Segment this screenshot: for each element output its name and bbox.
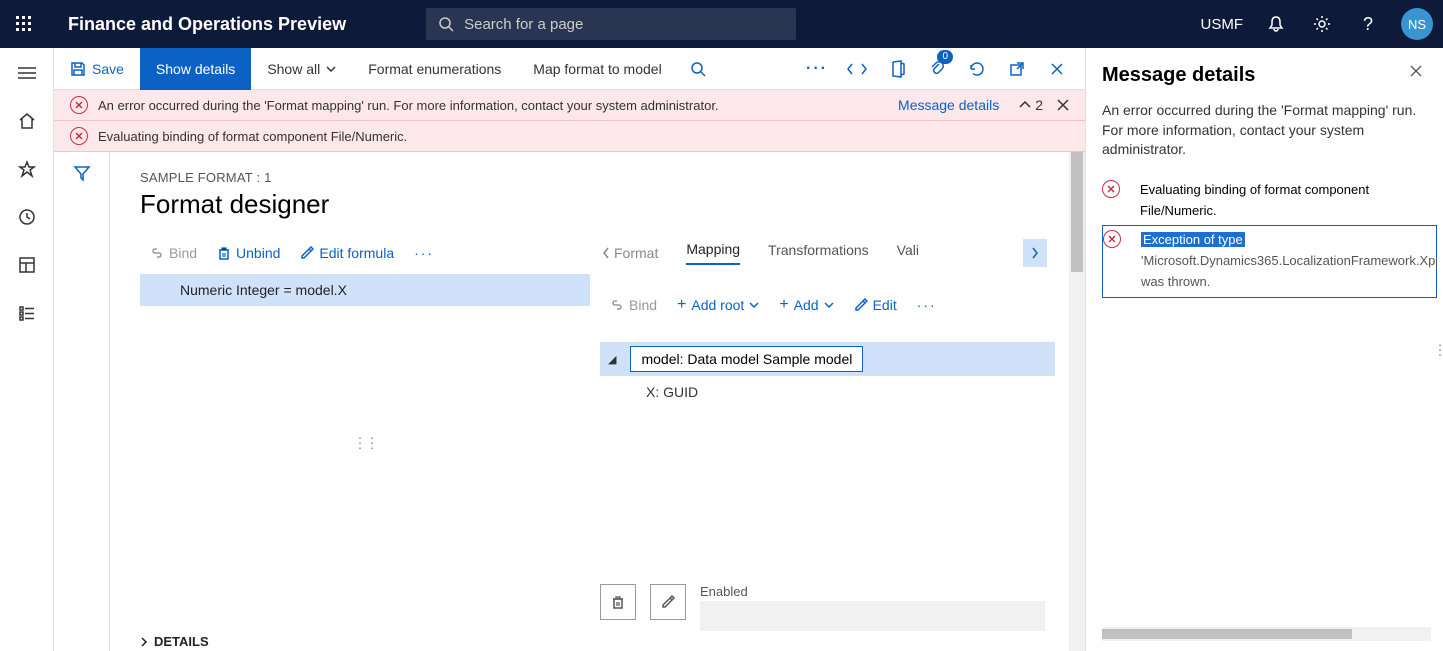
side-message-2[interactable]: Exception of type 'Microsoft.Dynamics365… — [1102, 225, 1437, 297]
enabled-input[interactable] — [700, 601, 1045, 631]
pencil-icon — [660, 594, 676, 610]
caret-right-icon — [140, 637, 148, 647]
splitter-handle-right[interactable]: ⋮⋮ — [1433, 341, 1443, 358]
favorites-icon[interactable] — [8, 156, 46, 182]
side-horizontal-scrollbar[interactable] — [1102, 627, 1431, 641]
trash-icon — [610, 594, 626, 610]
message-count: 2 — [1035, 97, 1043, 113]
notifications-icon[interactable] — [1253, 0, 1299, 48]
search-icon — [438, 16, 454, 32]
breadcrumb: SAMPLE FORMAT : 1 — [140, 170, 1055, 185]
tab-format[interactable]: Format — [602, 245, 658, 261]
tab-validations[interactable]: Vali — [897, 242, 919, 264]
side-panel-title: Message details — [1102, 64, 1255, 87]
details-toggle[interactable]: DETAILS — [140, 634, 209, 651]
chevron-down-icon — [824, 302, 834, 308]
edit-button[interactable]: Edit — [846, 293, 905, 317]
error-icon — [70, 127, 88, 145]
show-all-label: Show all — [267, 61, 320, 77]
filter-icon[interactable] — [73, 164, 91, 651]
add-button[interactable]: + Add — [771, 293, 841, 317]
side-message-1[interactable]: Evaluating binding of format component F… — [1102, 176, 1437, 226]
model-tree-row[interactable]: ◢ model: Data model Sample model — [600, 342, 1055, 376]
attach-icon[interactable]: 0 — [917, 48, 957, 90]
app-title: Finance and Operations Preview — [48, 14, 366, 35]
search-action-icon[interactable] — [678, 48, 718, 90]
error-icon — [70, 96, 88, 114]
modules-icon[interactable] — [8, 300, 46, 326]
tab-transformations[interactable]: Transformations — [768, 242, 869, 264]
error-icon — [1103, 230, 1121, 248]
help-icon[interactable]: ? — [1345, 0, 1391, 48]
side-panel-description: An error occurred during the 'Format map… — [1102, 101, 1437, 160]
avatar[interactable]: NS — [1401, 8, 1433, 40]
workspaces-icon[interactable] — [8, 252, 46, 278]
search-input[interactable]: Search for a page — [426, 8, 796, 40]
diamond-icon[interactable] — [837, 48, 877, 90]
edit-sq-button[interactable] — [650, 584, 686, 620]
refresh-icon[interactable] — [957, 48, 997, 90]
tab-scroll-right[interactable] — [1023, 239, 1047, 267]
map-format-button[interactable]: Map format to model — [517, 48, 677, 90]
caret-down-icon[interactable]: ◢ — [608, 353, 616, 366]
edit-icon — [300, 246, 314, 260]
company-code[interactable]: USMF — [1191, 16, 1254, 33]
model-node[interactable]: model: Data model Sample model — [630, 346, 863, 372]
waffle-menu[interactable] — [0, 0, 48, 48]
edit-formula-button[interactable]: Edit formula — [292, 241, 402, 265]
gear-icon[interactable] — [1299, 0, 1345, 48]
attach-badge: 0 — [937, 50, 953, 64]
format-tree-row[interactable]: Numeric Integer = model.X — [140, 274, 590, 306]
save-icon — [70, 61, 86, 77]
show-details-button[interactable]: Show details — [140, 48, 251, 90]
side-message-1-text: Evaluating binding of format component F… — [1140, 180, 1431, 222]
hamburger-icon[interactable] — [8, 60, 46, 86]
link-icon — [610, 298, 624, 312]
more-right-icon[interactable]: ··· — [909, 293, 945, 317]
chevron-left-icon — [602, 247, 610, 259]
show-all-button[interactable]: Show all — [251, 48, 352, 90]
enabled-label: Enabled — [700, 584, 1045, 599]
side-message-2-text: Exception of type 'Microsoft.Dynamics365… — [1141, 230, 1437, 292]
format-enumerations-button[interactable]: Format enumerations — [352, 48, 517, 90]
unbind-button[interactable]: Unbind — [209, 241, 288, 265]
search-placeholder: Search for a page — [464, 16, 583, 33]
more-left-icon[interactable]: ··· — [406, 241, 442, 265]
save-button[interactable]: Save — [54, 48, 140, 90]
splitter-handle-left[interactable]: ⋮⋮ — [353, 434, 377, 451]
home-icon[interactable] — [8, 108, 46, 134]
edit-icon — [854, 298, 868, 312]
message-text-2: Evaluating binding of format component F… — [98, 129, 407, 144]
delete-button[interactable] — [600, 584, 636, 620]
model-tree-child[interactable]: X: GUID — [600, 376, 1055, 408]
tab-mapping[interactable]: Mapping — [686, 241, 740, 265]
error-icon — [1102, 180, 1120, 198]
message-text-1: An error occurred during the 'Format map… — [98, 98, 719, 113]
link-icon — [150, 246, 164, 260]
message-details-link[interactable]: Message details — [898, 97, 999, 113]
close-page-icon[interactable] — [1037, 48, 1077, 90]
save-label: Save — [92, 61, 124, 77]
bind-button-right: Bind — [602, 293, 665, 317]
side-panel-close-icon[interactable] — [1409, 64, 1423, 78]
popout-icon[interactable] — [997, 48, 1037, 90]
chevron-down-icon — [326, 66, 336, 72]
overflow-icon[interactable]: ··· — [797, 48, 837, 90]
chevron-down-icon — [749, 302, 759, 308]
office-icon[interactable] — [877, 48, 917, 90]
unbind-icon — [217, 246, 231, 260]
bind-button-left: Bind — [142, 241, 205, 265]
recent-icon[interactable] — [8, 204, 46, 230]
page-title: Format designer — [140, 189, 1055, 220]
message-close-icon[interactable] — [1057, 99, 1069, 111]
vertical-scrollbar[interactable] — [1069, 152, 1085, 651]
chevron-right-icon — [1031, 247, 1039, 259]
add-root-button[interactable]: + Add root — [669, 293, 767, 317]
message-collapse-toggle[interactable]: 2 — [1019, 97, 1043, 113]
